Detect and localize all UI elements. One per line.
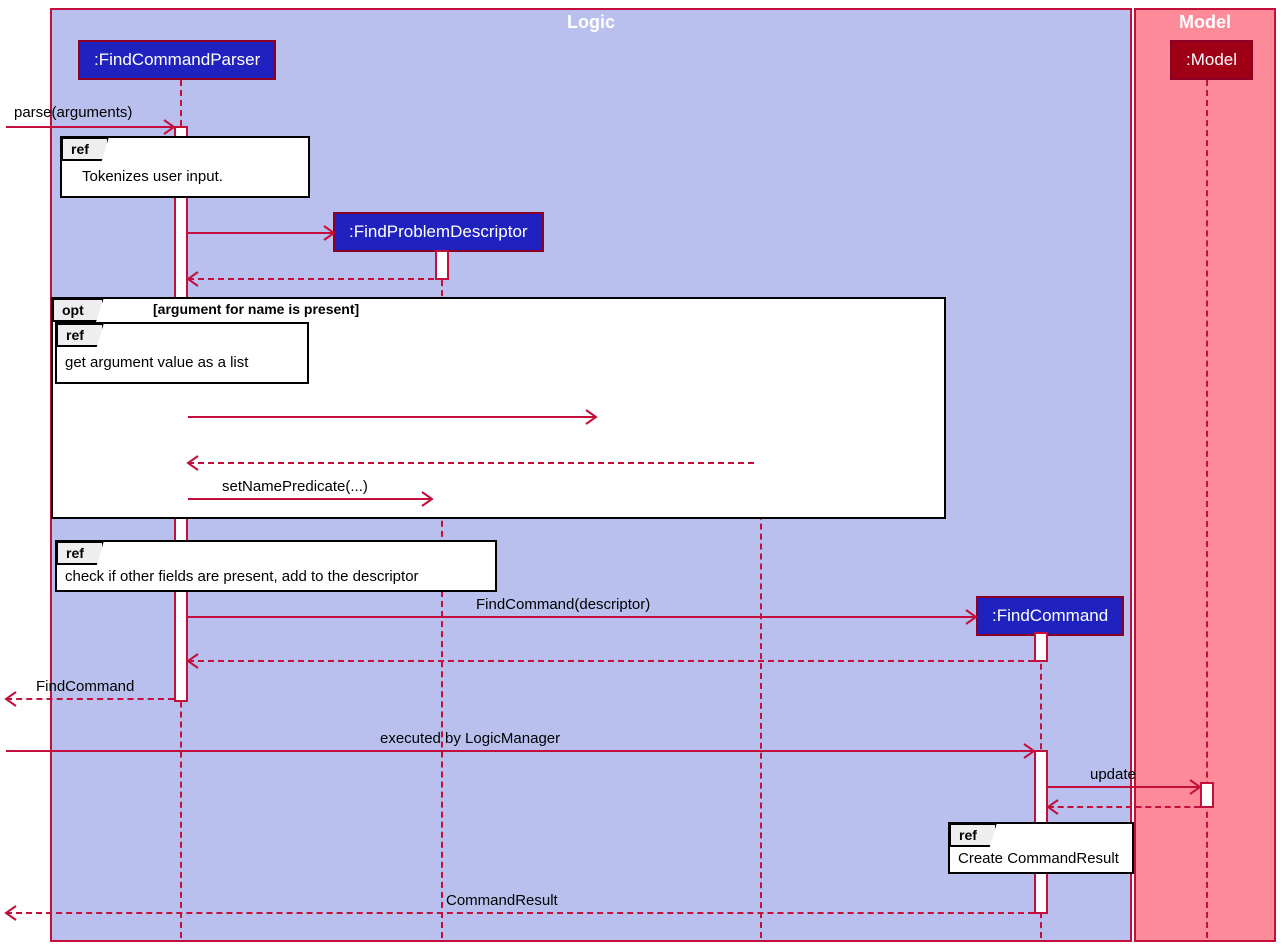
message-parse-line xyxy=(6,126,174,128)
message-create-descriptor xyxy=(188,232,334,234)
message-setname-label: setNamePredicate(...) xyxy=(222,478,368,495)
fragment-body: Tokenizes user input. xyxy=(82,168,223,185)
participant-findcommand: :FindCommand xyxy=(976,596,1124,636)
arrow-head xyxy=(6,692,20,706)
arrow-head xyxy=(188,272,202,286)
arrow-head xyxy=(188,654,202,668)
fragment-label: opt xyxy=(52,298,104,322)
message-findcommand-return-label: FindCommand xyxy=(36,678,134,695)
message-executed xyxy=(6,750,1034,752)
message-update-label: update xyxy=(1090,766,1136,783)
message-return-predicate xyxy=(188,462,754,464)
fragment-ref-createresult: ref Create CommandResult xyxy=(948,822,1134,874)
message-findcommand-label: FindCommand(descriptor) xyxy=(476,596,650,613)
arrow-head xyxy=(164,120,178,134)
message-parse-label: parse(arguments) xyxy=(14,104,132,121)
fragment-label: ref xyxy=(56,323,104,347)
fragment-guard: [argument for name is present] xyxy=(153,301,359,317)
arrow-head xyxy=(422,492,436,506)
message-commandresult xyxy=(6,912,1034,914)
frame-model-title: Model xyxy=(1136,10,1274,35)
message-commandresult-label: CommandResult xyxy=(446,892,558,909)
arrow-head xyxy=(6,906,20,920)
fragment-ref-tokenize: ref Tokenizes user input. xyxy=(60,136,310,198)
participant-label: :FindCommand xyxy=(992,606,1108,625)
frame-logic-title: Logic xyxy=(52,10,1130,35)
message-findcommand-out xyxy=(6,698,174,700)
message-return-descriptor xyxy=(188,278,434,280)
message-create-findcommand xyxy=(188,616,976,618)
participant-findcommandparser: :FindCommandParser xyxy=(78,40,276,80)
fragment-body: get argument value as a list xyxy=(65,354,248,371)
fragment-ref-getarg: ref get argument value as a list xyxy=(55,322,309,384)
participant-label: :FindCommandParser xyxy=(94,50,260,69)
fragment-label: ref xyxy=(61,137,109,161)
arrow-head xyxy=(586,410,600,424)
fragment-ref-checkfields: ref check if other fields are present, a… xyxy=(55,540,497,592)
activation-descriptor xyxy=(435,250,449,280)
fragment-body: Create CommandResult xyxy=(958,850,1119,867)
arrow-head xyxy=(1024,744,1038,758)
message-update xyxy=(1048,786,1200,788)
arrow-head xyxy=(1190,780,1204,794)
fragment-label: ref xyxy=(56,541,104,565)
arrow-head xyxy=(966,610,980,624)
arrow-head xyxy=(324,226,338,240)
participant-model: :Model xyxy=(1170,40,1253,80)
activation-command-1 xyxy=(1034,632,1048,662)
message-create-predicate xyxy=(188,416,596,418)
fragment-body: check if other fields are present, add t… xyxy=(65,568,419,585)
arrow-head xyxy=(188,456,202,470)
message-setnamepredicate xyxy=(188,498,432,500)
participant-label: :Model xyxy=(1186,50,1237,69)
lifeline-model xyxy=(1206,80,1208,938)
sequence-diagram: Logic Model :FindCommandParser :FindProb… xyxy=(0,0,1282,951)
participant-label: :FindProblemDescriptor xyxy=(349,222,528,241)
arrow-head xyxy=(1048,800,1062,814)
message-update-return xyxy=(1048,806,1200,808)
fragment-label: ref xyxy=(949,823,997,847)
participant-findproblemdescriptor: :FindProblemDescriptor xyxy=(333,212,544,252)
message-return-findcommand xyxy=(188,660,1034,662)
message-executed-label: executed by LogicManager xyxy=(380,730,560,747)
